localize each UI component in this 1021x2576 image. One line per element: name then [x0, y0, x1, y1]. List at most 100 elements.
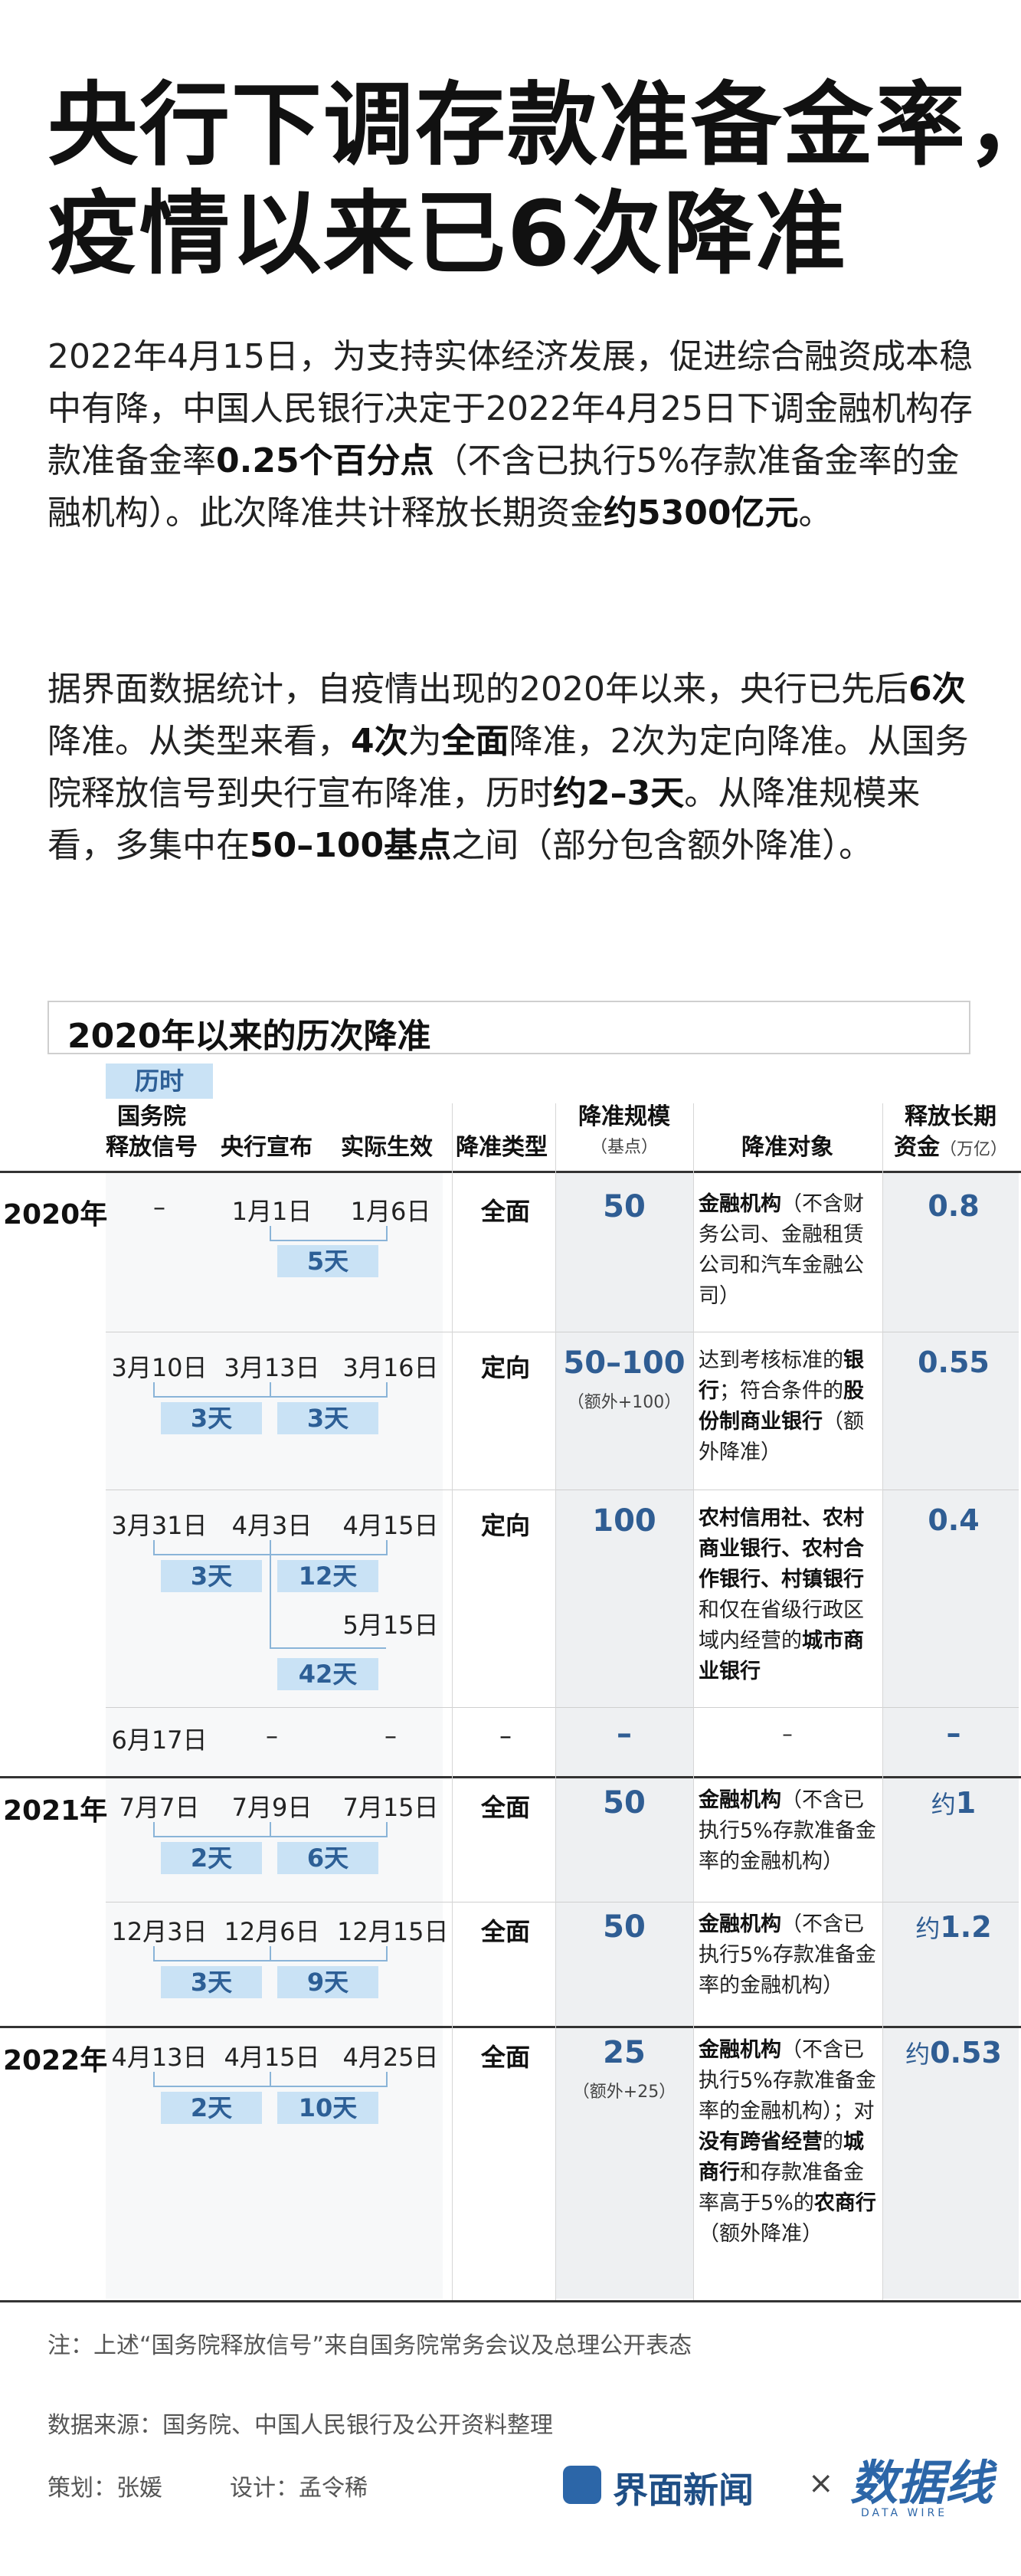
release-value: 0.55	[918, 1345, 990, 1379]
year-divider	[0, 1776, 1021, 1778]
release-value: 1.2	[940, 1910, 992, 1944]
intro-paragraph-2: 据界面数据统计，自疫情出现的2020年以来，央行已先后6次降准。从类型来看，4次…	[47, 664, 974, 872]
target-text: 达到考核标准的	[699, 1349, 843, 1372]
year-divider	[0, 2026, 1021, 2028]
row3-release: –	[888, 1716, 1019, 1750]
header-scale-label: 降准规模	[578, 1103, 670, 1130]
header-target: 降准对象	[741, 1134, 833, 1161]
row2-effective: 4月15日	[342, 1511, 439, 1540]
row0-scale: 50	[603, 1189, 646, 1224]
text: 之间（部分包含额外降准）。	[451, 826, 873, 865]
duration-bracket	[270, 2072, 388, 2087]
target-text: ；符合条件的	[719, 1379, 843, 1403]
row1-scale: 50–100	[563, 1345, 686, 1381]
emphasis: 50–100基点	[250, 826, 452, 865]
brand-name: 界面新闻	[613, 2469, 754, 2511]
duration-bracket	[270, 1540, 386, 1649]
row6-announce: 4月15日	[224, 2043, 320, 2072]
row6-scale-note: （额外+25）	[572, 2083, 676, 2102]
table-title: 2020年以来的历次降准	[67, 1017, 431, 1056]
table-title-box: 2020年以来的历次降准	[47, 1001, 970, 1056]
row3-target: –	[782, 1722, 793, 1746]
row1-announce: 3月13日	[224, 1353, 320, 1382]
row1-effective: 3月16日	[342, 1353, 439, 1382]
headline: 央行下调存款准备金率， 疫情以来已6次降准	[47, 70, 1021, 288]
intro-paragraph-1: 2022年4月15日，为支持实体经济发展，促进综合融资成本稳中有降，中国人民银行…	[47, 331, 974, 539]
target-bold: 没有跨省经营	[699, 2130, 823, 2154]
row2-duration-badge-1: 3天	[161, 1560, 262, 1592]
emphasis: 6次	[908, 670, 966, 709]
row5-announce: 12月6日	[224, 1917, 320, 1946]
release-prefix: 约	[905, 2040, 931, 2069]
row6-target: 金融机构（不含已执行5%存款准备金率的金融机构）；对没有跨省经营的城商行和存款准…	[699, 2035, 876, 2250]
row2-duration-badge-3: 42天	[277, 1658, 378, 1690]
target-bold: 农村信用社、农村商业银行、农村合作银行、村镇银行	[699, 1506, 864, 1591]
row5-type: 全面	[480, 1917, 530, 1946]
emphasis: 4次	[351, 722, 408, 761]
header-rule	[0, 1171, 1021, 1173]
row5-effective: 12月15日	[337, 1917, 449, 1946]
row5-scale: 50	[603, 1909, 646, 1945]
footnote: 注：上述“国务院释放信号”来自国务院常务会议及总理公开表态	[47, 2332, 692, 2359]
target-bold: 金融机构	[699, 1912, 781, 1936]
header-release-unit: （万亿）	[939, 1140, 1007, 1159]
duration-label: 历时	[106, 1064, 213, 1099]
row4-duration-badge-1: 2天	[161, 1842, 262, 1874]
brand-separator: ×	[808, 2466, 834, 2501]
target-text: 的	[823, 2130, 843, 2154]
column-divider	[452, 1103, 453, 2300]
column-divider	[693, 1103, 694, 2300]
row2-announce: 4月3日	[231, 1511, 313, 1540]
duration-bracket	[270, 1946, 388, 1961]
target-bold: 金融机构	[699, 1788, 781, 1812]
release-value: 0.8	[928, 1189, 980, 1223]
duration-bracket	[153, 1540, 271, 1555]
duration-bracket	[153, 1822, 271, 1837]
row1-duration-badge-2: 3天	[277, 1402, 378, 1434]
row0-effective: 1月6日	[350, 1197, 431, 1226]
row1-type: 定向	[480, 1353, 530, 1382]
row4-announce: 7月9日	[231, 1793, 313, 1822]
header-scale: 降准规模 （基点）	[559, 1102, 689, 1163]
jiemian-logo-icon	[563, 2466, 601, 2504]
row1-scale-note: （额外+100）	[567, 1393, 682, 1412]
header-signal: 国务院 释放信号	[98, 1102, 205, 1163]
header-effective: 实际生效	[341, 1134, 433, 1161]
row0-duration-badge: 5天	[277, 1245, 378, 1277]
row4-signal: 7月7日	[119, 1793, 200, 1822]
row5-target: 金融机构（不含已执行5%存款准备金率的金融机构）	[699, 1909, 876, 2001]
target-bold: 农商行	[813, 2191, 876, 2215]
header-release-line2: 资金（万亿）	[882, 1132, 1019, 1165]
row6-scale: 25	[603, 2035, 646, 2070]
header-announce: 央行宣布	[221, 1134, 313, 1161]
row6-effective: 4月25日	[342, 2043, 439, 2072]
duration-bracket	[153, 1382, 271, 1398]
row6-duration-badge-2: 10天	[277, 2092, 378, 2124]
header-type: 降准类型	[456, 1134, 548, 1161]
target-bold: 金融机构	[699, 2038, 781, 2062]
row0-signal: –	[153, 1192, 165, 1221]
row6-type: 全面	[480, 2043, 530, 2072]
emphasis: 0.25个百分点	[216, 441, 434, 480]
row3-signal: 6月17日	[111, 1726, 208, 1755]
duration-bracket	[270, 1226, 388, 1241]
row2-type: 定向	[480, 1511, 530, 1540]
row1-duration-badge-1: 3天	[161, 1402, 262, 1434]
row1-release: 0.55	[888, 1345, 1019, 1379]
release-prefix: 约	[931, 1790, 956, 1819]
text: 据界面数据统计，自疫情出现的2020年以来，央行已先后	[47, 670, 908, 709]
release-value: 1	[955, 1786, 977, 1820]
row5-signal: 12月3日	[111, 1917, 208, 1946]
column-divider	[882, 1103, 883, 2300]
datawire-logo: 数据线	[850, 2455, 993, 2511]
row0-release: 0.8	[888, 1189, 1019, 1223]
header-release-line1: 释放长期	[905, 1103, 996, 1130]
row4-type: 全面	[480, 1793, 530, 1822]
year-label-2021: 2021年	[3, 1795, 108, 1827]
row1-signal: 3月10日	[111, 1353, 208, 1382]
text: 降准。从类型来看，	[47, 722, 351, 761]
duration-bracket	[270, 1822, 388, 1837]
row5-duration-badge-2: 9天	[277, 1966, 378, 1998]
datawire-subtitle: DATA WIRE	[861, 2507, 948, 2519]
row4-release: 约1	[888, 1785, 1019, 1821]
